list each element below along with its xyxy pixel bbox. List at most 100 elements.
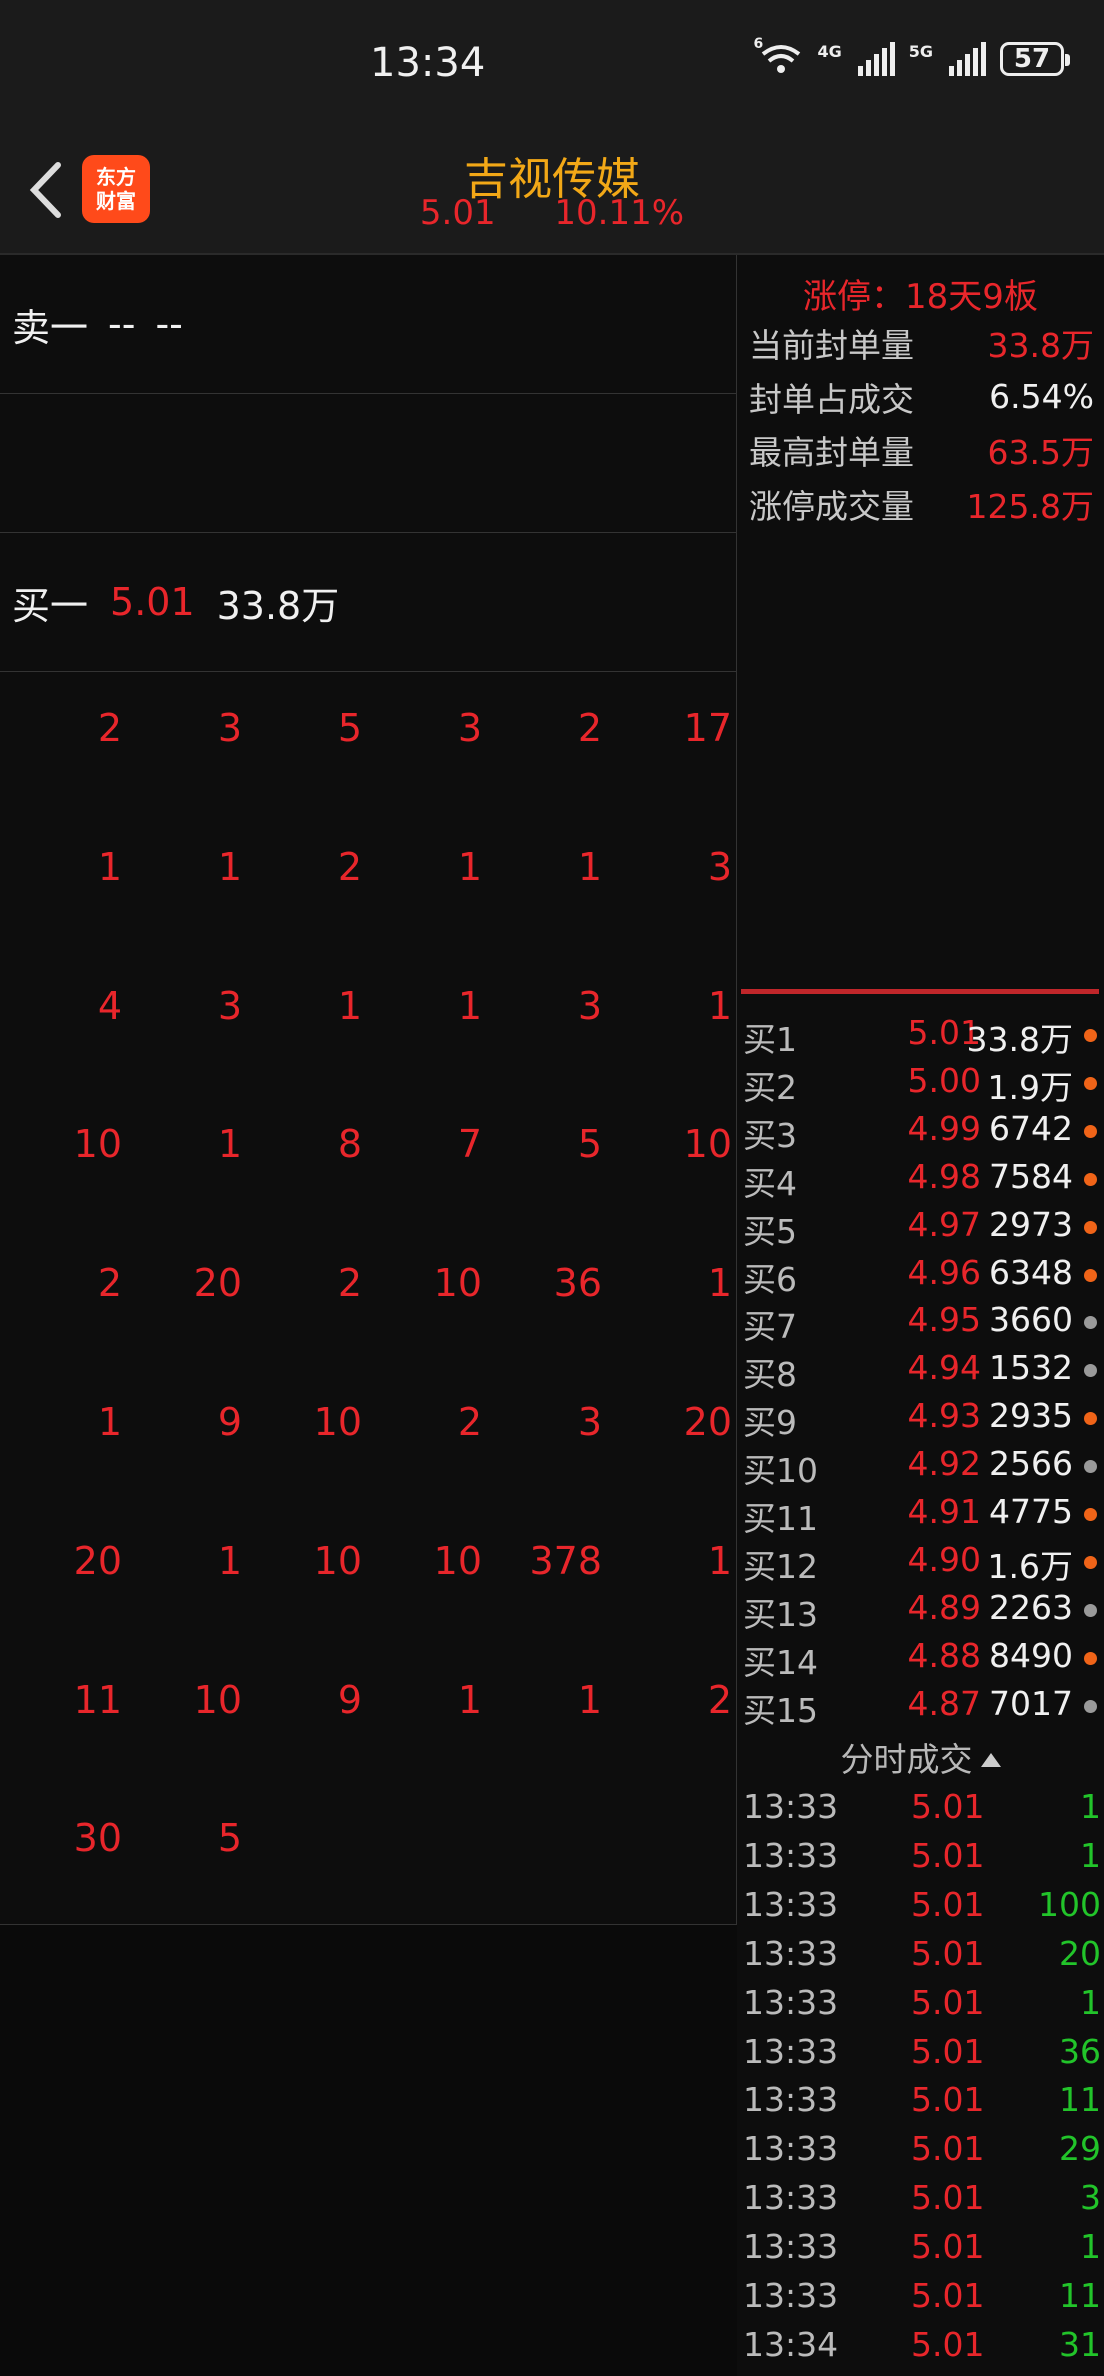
queue-cell: 2 [97,1261,122,1306]
book-price: 4.98 [907,1156,981,1196]
book-level: 买3 [743,1115,797,1155]
order-book-row[interactable]: 买10 4.92 2566 [743,1444,1101,1492]
empty-row [0,394,736,533]
order-book-row[interactable]: 买1 5.01 33.8万 [743,1013,1101,1061]
book-price: 4.88 [907,1635,981,1675]
order-book-row[interactable]: 买6 4.96 6348 [743,1253,1101,1301]
queue-cell: 10 [683,1122,732,1167]
tick-volume: 1 [1080,1787,1101,1826]
stat-value: 33.8万 [987,326,1094,365]
limit-up-stat-row: 封单占成交 6.54% [749,371,1094,423]
queue-cell: 2 [707,1677,732,1722]
book-price: 4.93 [907,1396,981,1436]
battery-level: 57 [1013,44,1051,74]
book-price: 5.00 [907,1060,981,1100]
status-dot-icon [1084,1076,1097,1090]
book-price: 4.96 [907,1252,981,1292]
tick-row: 13:33 5.01 20 [743,1934,1101,1982]
tick-volume: 1 [1080,1835,1101,1875]
book-level: 买6 [743,1259,797,1299]
book-level: 买4 [743,1163,797,1203]
order-book-row[interactable]: 买11 4.91 4775 [743,1492,1101,1540]
tick-row: 13:33 5.01 1 [743,1787,1101,1835]
stat-value: 63.5万 [987,433,1094,472]
tick-row: 13:33 5.01 1 [743,1983,1101,2031]
queue-cell: 3 [457,706,482,750]
status-dot-icon [1084,1029,1097,1042]
order-book-row[interactable]: 买14 4.88 8490 [743,1636,1101,1684]
sell-one-price: -- [108,302,136,346]
order-book-row[interactable]: 买4 4.98 7584 [743,1157,1101,1205]
tick-row: 13:33 5.01 36 [743,2032,1101,2080]
sell-one-row[interactable]: 卖一 -- -- [0,255,736,394]
tick-volume: 31 [1059,2324,1101,2364]
queue-cell: 3 [577,1400,602,1444]
order-queue-panel: 卖一 -- -- 买一 5.01 33.8万 2 3 5 3 2 17 1 1 2 1 1 3 4 3 1 1… [0,255,737,1925]
triangle-up-icon [980,1753,1001,1767]
order-queue-grid: 2 3 5 3 2 17 1 1 2 1 1 3 4 3 1 1 3 1 10 1 8 7 5 10 2 20 2 10 36 1 1 9 10… [0,672,736,1925]
signal-bars-icon [857,42,895,76]
book-price: 4.90 [907,1539,981,1579]
book-volume: 33.8万 [966,1020,1073,1059]
buy-one-label: 买一 [12,583,89,628]
queue-cell: 5 [577,1122,602,1167]
order-book-row[interactable]: 买13 4.89 2263 [743,1588,1101,1636]
buy-one-row[interactable]: 买一 5.01 33.8万 [0,533,736,672]
tick-row: 13:33 5.01 1 [743,1836,1101,1884]
tick-price: 5.01 [911,2276,985,2315]
order-book-row[interactable]: 买12 4.90 1.6万 [743,1540,1101,1588]
queue-cell: 20 [683,1400,732,1444]
order-book-row[interactable]: 买5 4.97 2973 [743,1205,1101,1253]
status-dot-icon [1084,1316,1097,1330]
stock-quote: 5.01 10.11% [0,193,1104,233]
wifi-badge: 6 [753,36,764,52]
signal-bars-icon-2 [949,42,986,76]
tick-price: 5.01 [911,1835,985,1875]
order-book-row[interactable]: 买9 4.93 2935 [743,1396,1101,1444]
sell-one-volume: -- [155,302,183,346]
order-book-row[interactable]: 买15 4.87 7017 [743,1684,1101,1732]
queue-cell: 1 [97,844,122,889]
tick-time: 13:33 [743,2031,839,2071]
order-book-row[interactable]: 买3 4.99 6742 [743,1109,1101,1157]
tick-row: 13:33 5.01 29 [743,2129,1101,2177]
queue-cell: 1 [337,983,362,1028]
queue-cell: 1 [577,844,602,889]
queue-cell: 2 [337,844,362,889]
tick-time: 13:33 [743,1884,839,1924]
status-dot-icon [1084,1699,1097,1713]
queue-cell: 378 [529,1538,602,1583]
ticks-header[interactable]: 分时成交 [737,1733,1104,1781]
buy-one-price: 5.01 [110,580,195,624]
tick-volume: 3 [1080,2178,1101,2218]
queue-cell: 10 [193,1677,242,1722]
limit-up-stat-row: 最高封单量 63.5万 [749,424,1094,476]
tick-time: 13:33 [743,2227,839,2267]
limit-up-title: 涨停：18天9板 [803,277,1038,317]
tick-time: 13:33 [743,1982,839,2022]
stat-label: 最高封单量 [749,433,914,472]
queue-cell: 11 [73,1677,122,1722]
book-volume: 4775 [989,1492,1073,1531]
order-book-row[interactable]: 买8 4.94 1532 [743,1348,1101,1396]
book-volume: 2973 [989,1204,1073,1244]
tick-time: 13:33 [743,2276,839,2315]
limit-up-stat-row: 涨停成交量 125.8万 [749,478,1094,530]
order-book-row[interactable]: 买2 5.00 1.9万 [743,1061,1101,1109]
book-level: 买12 [743,1546,818,1586]
status-dot-icon [1084,1603,1097,1617]
tick-time: 13:33 [743,2080,839,2120]
tick-price: 5.01 [911,2227,985,2267]
queue-cell: 30 [73,1816,122,1861]
network-4g-label: 4G [817,42,842,61]
stock-change-pct: 10.11% [554,193,685,233]
book-level: 买2 [743,1067,797,1107]
tick-price: 5.01 [911,2324,985,2364]
queue-cell: 1 [457,983,482,1028]
stat-value: 125.8万 [966,486,1094,526]
order-book-row[interactable]: 买7 4.95 3660 [743,1300,1101,1348]
tick-price: 5.01 [911,1933,985,1973]
queue-cell: 8 [337,1122,362,1167]
book-volume: 6742 [989,1108,1073,1148]
queue-cell: 1 [457,844,482,889]
